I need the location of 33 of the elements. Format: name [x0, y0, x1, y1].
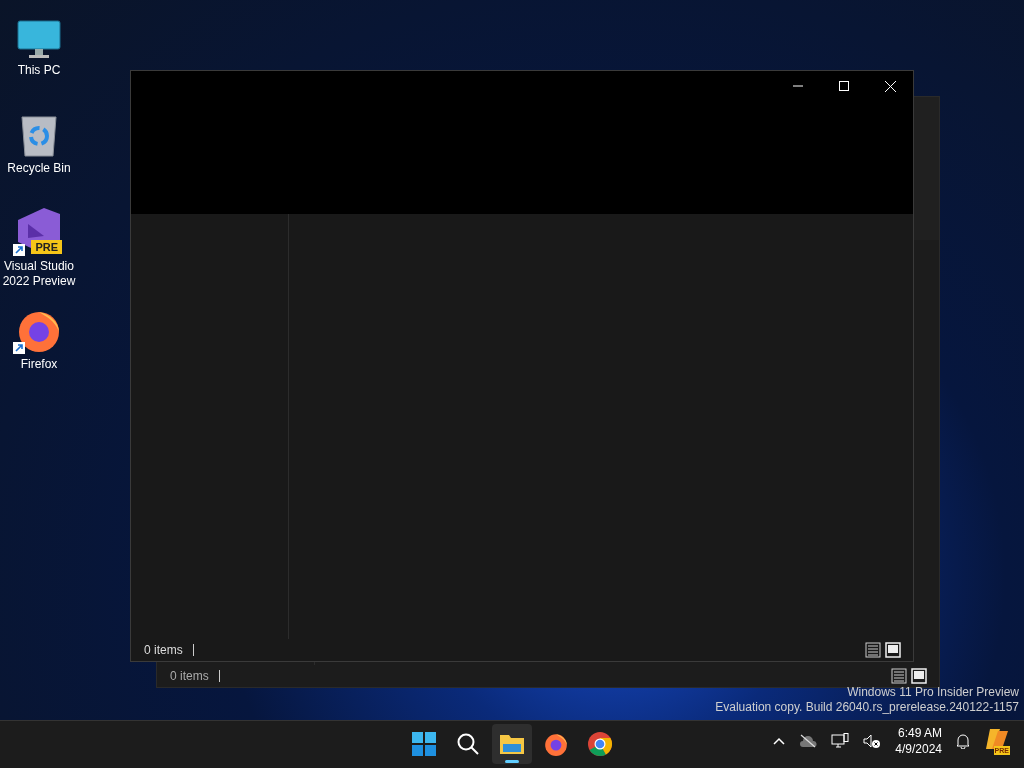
desktop-icon-label[interactable]: This PC	[17, 63, 61, 78]
close-icon	[884, 80, 896, 92]
monitor-icon	[17, 20, 61, 60]
desktop-icon-label[interactable]: Visual Studio 2022 Preview	[0, 259, 78, 289]
maximize-icon	[839, 81, 849, 91]
shortcut-arrow-icon	[13, 244, 25, 256]
details-view-icon[interactable]	[865, 642, 881, 658]
desktop-icon-label[interactable]: Firefox	[20, 357, 58, 372]
desktop-icon-label[interactable]: Recycle Bin	[7, 161, 71, 176]
watermark-text: Evaluation copy. Build 26040.rs_prerelease.240122-1157	[715, 700, 1019, 715]
preview-view-icon[interactable]	[911, 668, 927, 684]
search-icon[interactable]	[456, 732, 480, 756]
folder-icon[interactable]	[499, 732, 525, 756]
copilot-icon[interactable]	[984, 727, 1010, 751]
clock-time[interactable]: 6:49 AM	[897, 725, 942, 741]
status-text: 0 items	[144, 642, 183, 659]
firefox-taskbar-icon[interactable]	[543, 731, 569, 757]
chevron-up-icon[interactable]	[773, 737, 786, 745]
preview-view-icon[interactable]	[885, 642, 901, 658]
network-icon[interactable]	[831, 733, 850, 749]
chrome-icon[interactable]	[587, 731, 613, 757]
volume-muted-icon[interactable]	[863, 733, 882, 749]
cloud-off-icon[interactable]	[799, 734, 818, 748]
shortcut-arrow-icon	[13, 342, 25, 354]
windows-logo-icon[interactable]	[412, 732, 436, 756]
clock-date[interactable]: 4/9/2024	[895, 741, 942, 757]
details-view-icon[interactable]	[891, 668, 907, 684]
recycle-bin-icon	[20, 114, 58, 158]
running-indicator	[505, 760, 519, 763]
preview-badge: PRE	[31, 240, 62, 254]
status-text: 0 items	[170, 668, 209, 685]
bell-icon[interactable]	[956, 733, 970, 749]
watermark-text: Windows 11 Pro Insider Preview	[847, 685, 1019, 700]
